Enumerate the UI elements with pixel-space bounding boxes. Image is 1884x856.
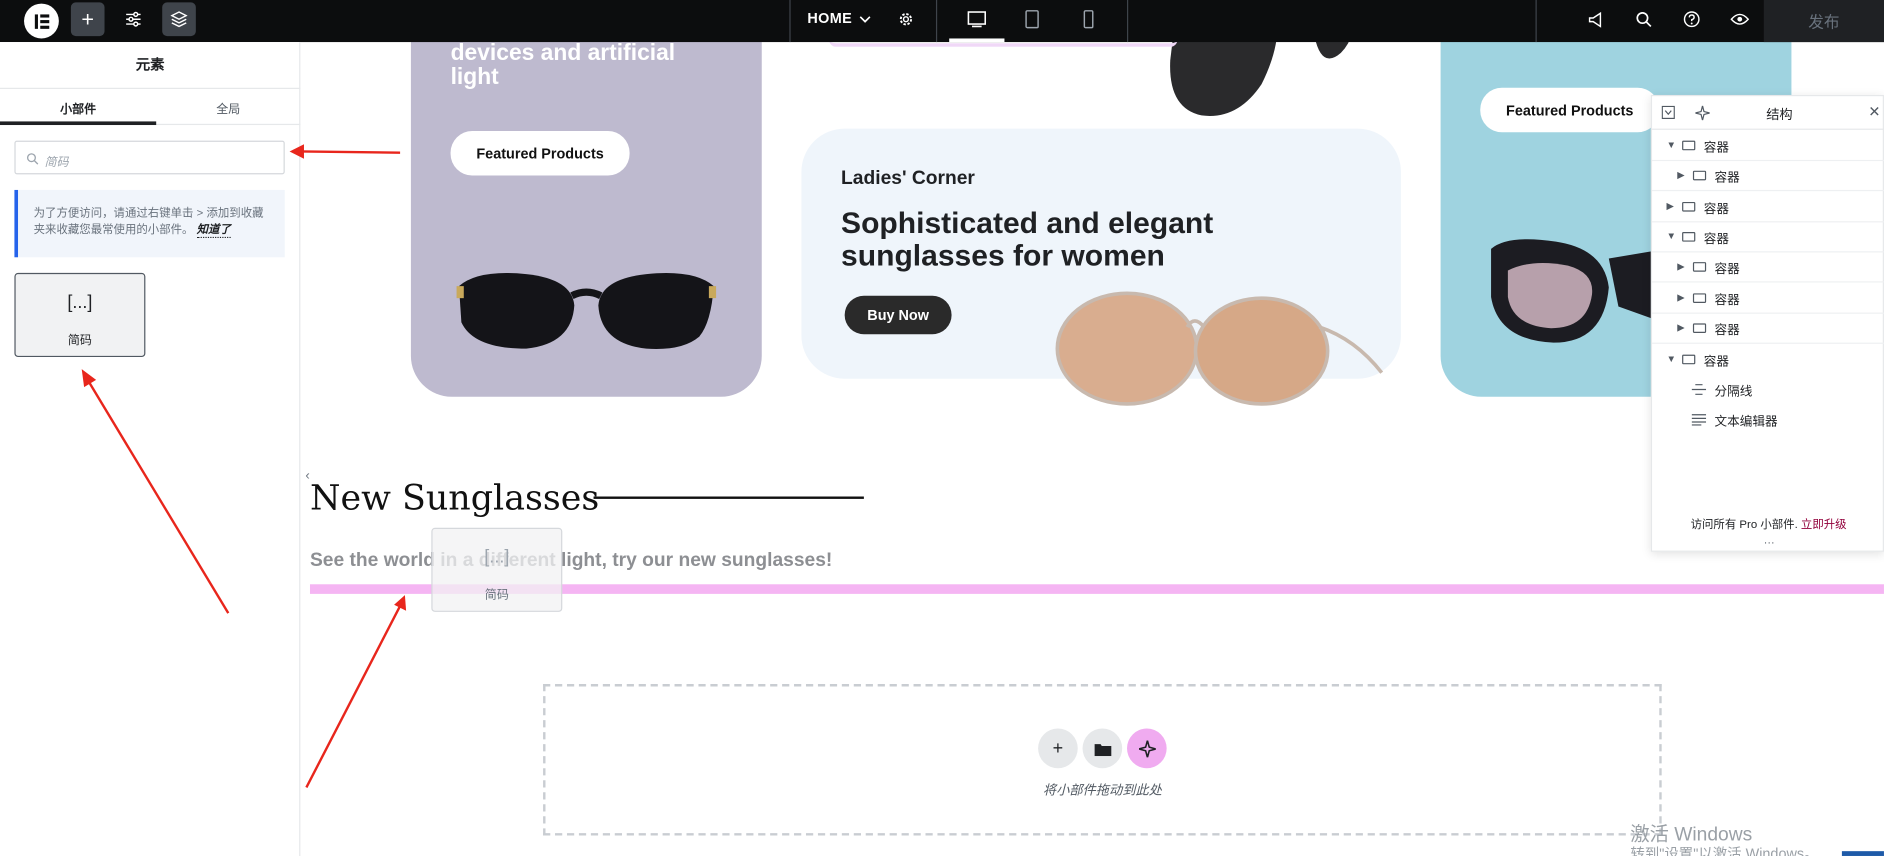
arrow-to-widget bbox=[86, 379, 230, 614]
annotation-arrows bbox=[81, 144, 407, 788]
arrow-to-search bbox=[300, 150, 401, 154]
arrow-to-ghost bbox=[305, 605, 402, 788]
arrowhead bbox=[81, 369, 97, 388]
arrowhead bbox=[289, 144, 304, 159]
